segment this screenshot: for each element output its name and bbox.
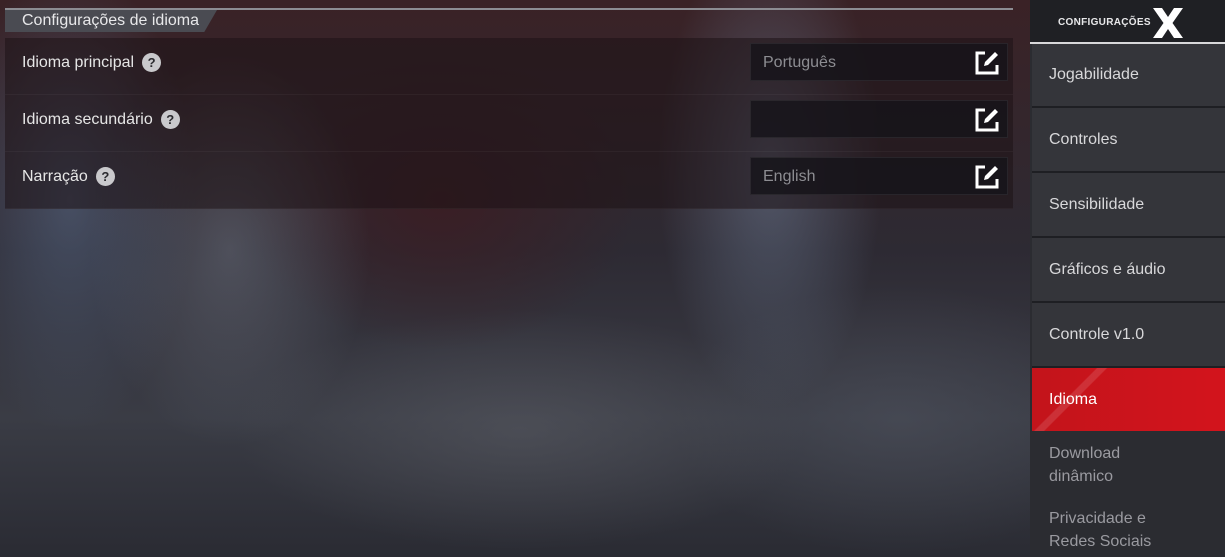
field-value: English	[763, 168, 816, 185]
edit-icon[interactable]	[971, 47, 1003, 79]
sidebar-item-label-line2: Redes Sociais	[1049, 533, 1152, 550]
sidebar-item-label-line1: Privacidade e	[1049, 510, 1146, 527]
header-divider	[5, 8, 1013, 10]
sidebar-item-label: Jogabilidade	[1049, 66, 1139, 83]
sidebar-item-label: Gráficos e áudio	[1049, 260, 1166, 278]
close-icon[interactable]	[1150, 6, 1186, 40]
sidebar-item-label-line2: dinâmico	[1049, 468, 1114, 485]
help-icon[interactable]: ?	[95, 167, 115, 186]
edit-icon[interactable]	[971, 104, 1003, 136]
sidebar-item-privacy-social[interactable]: Privacidade e Redes Sociais	[1032, 506, 1225, 554]
setting-row-narration: Narração ? English	[5, 152, 1013, 209]
sidebar-item-label: Idioma	[1049, 390, 1098, 408]
sidebar-item-sensitivity[interactable]: Sensibilidade	[1032, 173, 1225, 238]
sidebar-item-graphics-audio[interactable]: Gráficos e áudio	[1032, 238, 1225, 303]
section-header: Configurações de idioma	[5, 8, 1013, 32]
setting-label: Narração	[22, 167, 88, 185]
settings-sidebar: CONFIGURAÇÕES Jogabilidade Controles Sen…	[1030, 0, 1225, 557]
setting-row-secondary-language: Idioma secundário ?	[5, 95, 1013, 152]
help-icon[interactable]: ?	[160, 110, 180, 129]
field-value: Português	[763, 54, 836, 71]
edit-icon[interactable]	[971, 161, 1003, 193]
setting-label: Idioma principal	[22, 53, 135, 71]
setting-label: Idioma secundário	[22, 110, 153, 128]
sidebar-header: CONFIGURAÇÕES	[1030, 0, 1225, 44]
sidebar-item-label-line1: Download	[1049, 445, 1121, 462]
help-icon[interactable]: ?	[142, 53, 162, 72]
narration-language-field[interactable]: English	[750, 157, 1008, 195]
sidebar-item-controls[interactable]: Controles	[1032, 108, 1225, 173]
sidebar-item-controller-v1[interactable]: Controle v1.0	[1032, 303, 1225, 368]
secondary-language-field[interactable]	[750, 100, 1008, 138]
sidebar-item-language[interactable]: Idioma	[1032, 368, 1225, 431]
section-title: Configurações de idioma	[5, 10, 217, 32]
setting-row-primary-language: Idioma principal ? Português	[5, 38, 1013, 95]
sidebar-item-label: Sensibilidade	[1049, 195, 1145, 213]
sidebar-item-label: Controle v1.0	[1049, 325, 1145, 343]
settings-list: Idioma principal ? Português Idioma secu…	[5, 38, 1013, 209]
sidebar-item-label: Controles	[1049, 130, 1118, 148]
sidebar-title: CONFIGURAÇÕES	[1058, 17, 1151, 28]
primary-language-field[interactable]: Português	[750, 43, 1008, 81]
sidebar-item-dynamic-download[interactable]: Download dinâmico	[1032, 441, 1225, 489]
sidebar-item-gameplay[interactable]: Jogabilidade	[1032, 44, 1225, 108]
